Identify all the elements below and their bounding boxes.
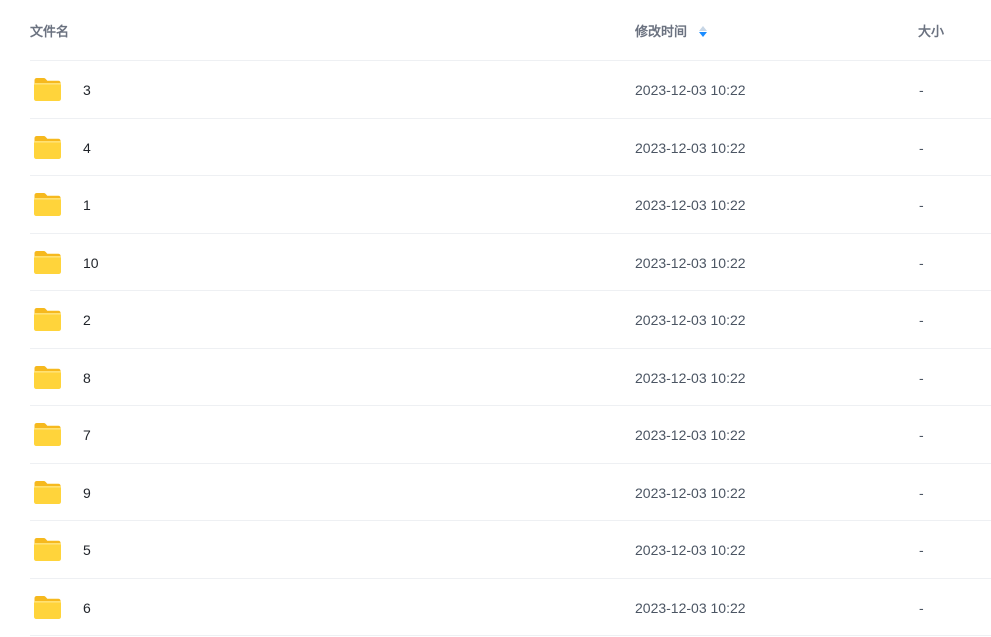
file-size: - [919,197,924,213]
table-row[interactable]: 9 2023-12-03 10:22 - [30,464,991,521]
table-row[interactable]: 5 2023-12-03 10:22 - [30,521,991,579]
file-modified-time: 2023-12-03 10:22 [635,599,746,616]
folder-icon [33,77,62,102]
file-name: 6 [83,599,91,616]
folder-icon [33,365,62,390]
file-name: 1 [83,197,91,213]
file-size: - [919,312,924,328]
folder-icon [33,480,62,505]
file-size: - [919,139,924,156]
column-header-size[interactable]: 大小 [918,24,944,40]
column-header-name[interactable]: 文件名 [30,24,69,40]
file-name: 4 [83,139,91,156]
file-name: 5 [83,542,91,558]
file-size: - [919,369,924,386]
table-row[interactable]: 2 2023-12-03 10:22 - [30,291,991,349]
file-modified-time: 2023-12-03 10:22 [635,312,746,328]
sort-ascending-icon [699,25,708,31]
file-size: - [919,599,924,616]
file-modified-time: 2023-12-03 10:22 [635,542,746,558]
file-size: - [919,427,924,443]
column-header-modified[interactable]: 修改时间 [635,24,708,40]
file-name: 2 [83,312,91,328]
file-modified-time: 2023-12-03 10:22 [635,427,746,443]
file-modified-time: 2023-12-03 10:22 [635,254,746,271]
file-name: 9 [83,484,91,501]
sort-caret-icon[interactable] [699,25,708,38]
sort-descending-icon [699,31,708,37]
table-row[interactable]: 1 2023-12-03 10:22 - [30,176,991,234]
table-row[interactable]: 10 2023-12-03 10:22 - [30,234,991,291]
folder-icon [33,192,62,217]
file-name: 3 [83,82,91,98]
table-row[interactable]: 8 2023-12-03 10:22 - [30,349,991,406]
file-size: - [919,254,924,271]
folder-icon [33,422,62,447]
file-size: - [919,484,924,501]
file-name: 7 [83,427,91,443]
folder-icon [33,135,62,160]
file-modified-time: 2023-12-03 10:22 [635,197,746,213]
folder-icon [33,595,62,620]
file-modified-time: 2023-12-03 10:22 [635,484,746,501]
table-row[interactable]: 4 2023-12-03 10:22 - [30,119,991,176]
file-size: - [919,542,924,558]
file-modified-time: 2023-12-03 10:22 [635,82,746,98]
folder-icon [33,537,62,562]
folder-icon [33,250,62,275]
file-rows: 3 2023-12-03 10:22 - 4 2023-12-03 10:22 … [0,61,991,636]
file-name: 10 [83,254,99,271]
file-list-table: 文件名 修改时间 大小 3 2023-12-03 10:22 - 4 2023-… [0,0,991,636]
file-modified-time: 2023-12-03 10:22 [635,369,746,386]
column-header-modified-label: 修改时间 [635,24,688,39]
table-header: 文件名 修改时间 大小 [30,0,991,61]
table-row[interactable]: 6 2023-12-03 10:22 - [30,579,991,636]
table-row[interactable]: 7 2023-12-03 10:22 - [30,406,991,464]
file-name: 8 [83,369,91,386]
folder-icon [33,307,62,332]
file-modified-time: 2023-12-03 10:22 [635,139,746,156]
file-size: - [919,82,924,98]
table-row[interactable]: 3 2023-12-03 10:22 - [30,61,991,119]
